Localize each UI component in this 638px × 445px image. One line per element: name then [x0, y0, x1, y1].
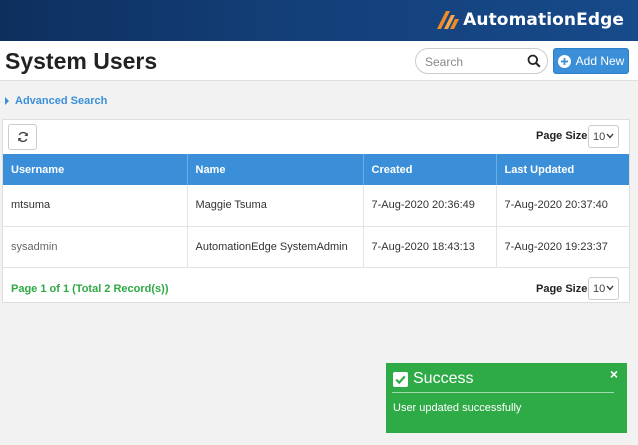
plus-circle-icon [557, 54, 571, 68]
column-header-last-updated[interactable]: Last Updated [496, 154, 629, 185]
page-header: System Users Add New [0, 41, 638, 81]
search-icon[interactable] [527, 54, 541, 68]
table-header-row: Username Name Created Last Updated [3, 154, 629, 185]
search-box[interactable] [415, 48, 548, 74]
toast-title-row: Success [393, 369, 473, 389]
refresh-button[interactable] [8, 124, 37, 150]
search-input[interactable] [425, 53, 525, 70]
advanced-search-label: Advanced Search [15, 95, 108, 107]
top-bar: AutomationEdge [0, 0, 638, 41]
cell-username: mtsuma [3, 185, 188, 227]
cell-name: AutomationEdge SystemAdmin [187, 226, 364, 268]
chevron-down-icon [606, 285, 614, 291]
logo-text: AutomationEdge [463, 10, 624, 30]
page-size-select-bottom[interactable]: 10 [588, 277, 619, 300]
add-new-button[interactable]: Add New [553, 48, 629, 74]
cell-created: 7-Aug-2020 20:36:49 [363, 185, 497, 227]
page-title: System Users [5, 48, 158, 74]
advanced-search-toggle[interactable]: Advanced Search [5, 95, 107, 107]
cell-created: 7-Aug-2020 18:43:13 [363, 226, 497, 268]
page-size-select-top[interactable]: 10 [588, 125, 619, 148]
cell-last-updated: 7-Aug-2020 19:23:37 [496, 226, 629, 268]
refresh-icon [17, 131, 28, 143]
page-size-value-top: 10 [593, 131, 606, 143]
page-size-label-top: Page Size [536, 130, 588, 142]
page-info: Page 1 of 1 (Total 2 Record(s)) [11, 283, 169, 295]
add-new-label: Add New [575, 54, 625, 68]
column-header-created[interactable]: Created [363, 154, 497, 185]
close-icon[interactable]: × [610, 366, 618, 382]
cell-name: Maggie Tsuma [187, 185, 364, 227]
cell-last-updated: 7-Aug-2020 20:37:40 [496, 185, 629, 227]
table-row[interactable]: sysadmin AutomationEdge SystemAdmin 7-Au… [3, 226, 629, 268]
table-row[interactable]: mtsuma Maggie Tsuma 7-Aug-2020 20:36:49 … [3, 185, 629, 227]
logo-icon [437, 11, 460, 29]
success-toast: Success × User updated successfully [386, 363, 627, 433]
caret-right-icon [5, 97, 9, 105]
chevron-down-icon [606, 133, 614, 139]
check-square-icon [393, 371, 408, 387]
page-size-value-bottom: 10 [593, 283, 606, 295]
toast-title: Success [413, 370, 474, 387]
users-table: Username Name Created Last Updated mtsum… [3, 154, 629, 268]
column-header-username[interactable]: Username [3, 154, 188, 185]
users-panel: Page Size 10 Username Name Created Last … [2, 119, 630, 303]
column-header-name[interactable]: Name [187, 154, 364, 185]
cell-username: sysadmin [3, 226, 188, 268]
brand-logo: AutomationEdge [435, 8, 624, 32]
page-size-label-bottom: Page Size [536, 283, 588, 295]
toast-message: User updated successfully [393, 402, 522, 414]
toast-divider [392, 392, 614, 393]
